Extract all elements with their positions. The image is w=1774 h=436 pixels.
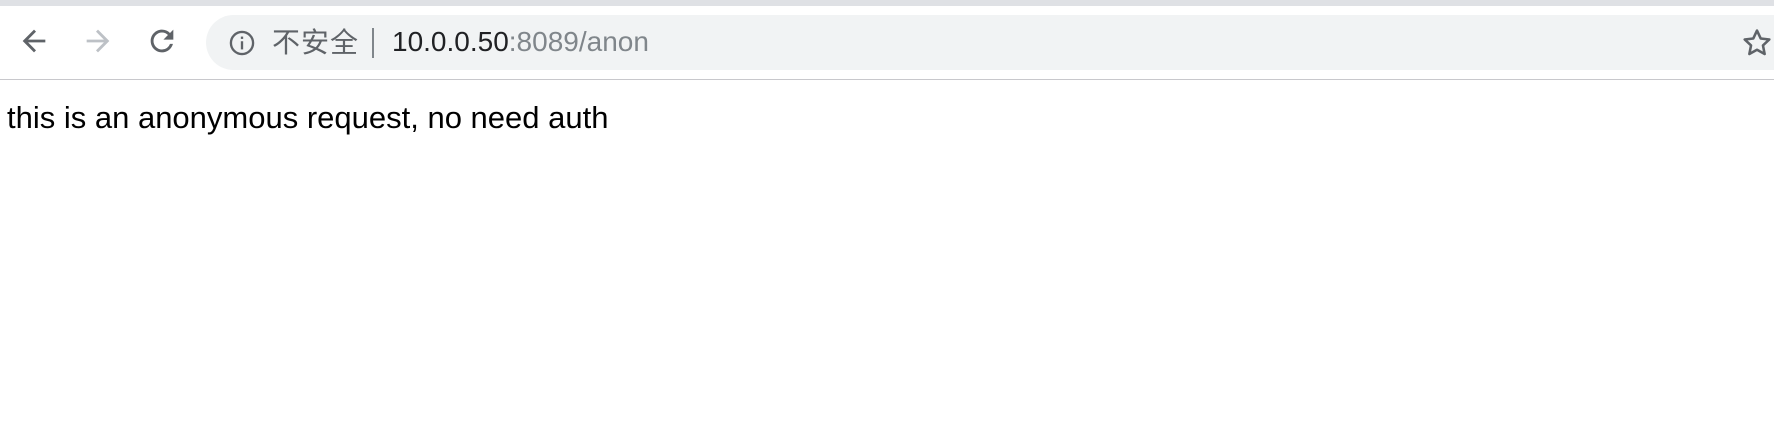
- star-icon[interactable]: [1740, 26, 1774, 60]
- browser-toolbar: 不安全 10.0.0.50:8089/anon: [0, 6, 1774, 80]
- page-content: this is an anonymous request, no need au…: [0, 80, 1774, 436]
- url-text[interactable]: 10.0.0.50:8089/anon: [392, 26, 649, 58]
- reload-button[interactable]: [142, 21, 182, 61]
- back-button[interactable]: [14, 21, 54, 61]
- arrow-right-icon: [86, 29, 110, 53]
- address-divider: [372, 28, 374, 58]
- address-bar[interactable]: 不安全 10.0.0.50:8089/anon: [206, 15, 1774, 70]
- forward-button[interactable]: [78, 21, 118, 61]
- arrow-left-icon: [22, 29, 46, 53]
- security-status-label[interactable]: 不安全: [272, 27, 359, 58]
- url-path: :8089/anon: [508, 26, 649, 57]
- info-icon[interactable]: [228, 29, 256, 57]
- url-host: 10.0.0.50: [392, 26, 509, 57]
- reload-icon: [150, 29, 174, 53]
- response-text: this is an anonymous request, no need au…: [7, 100, 609, 135]
